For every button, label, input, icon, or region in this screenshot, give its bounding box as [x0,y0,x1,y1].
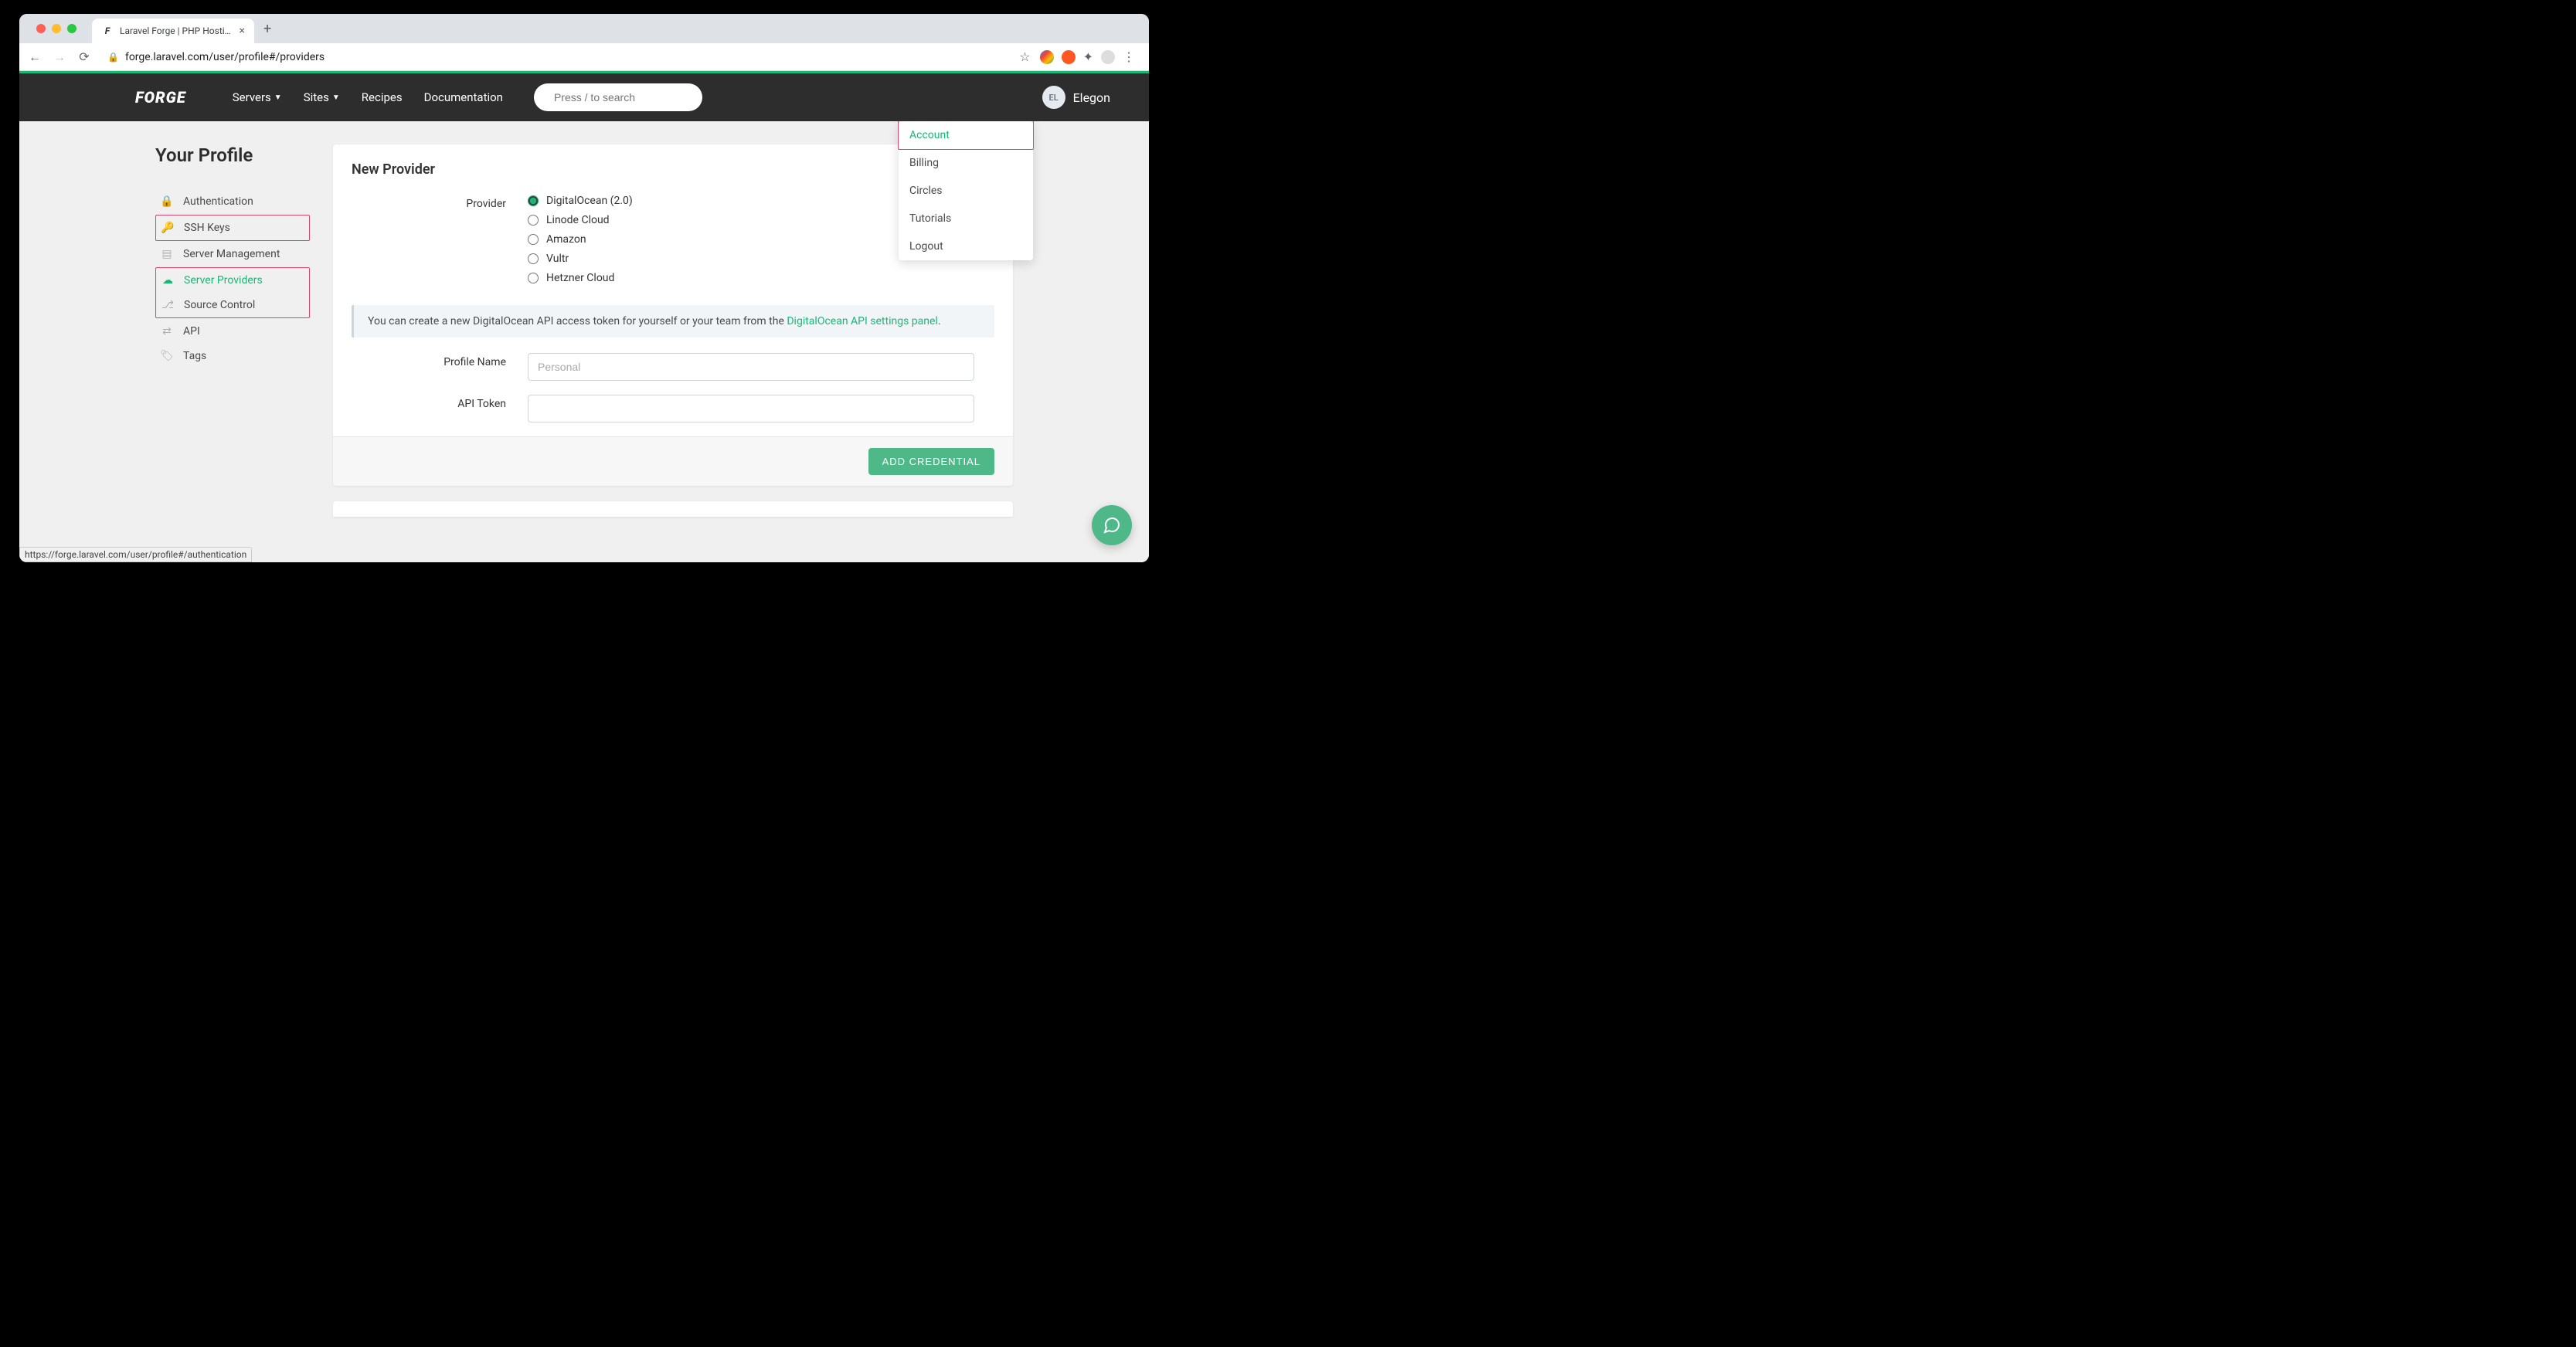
sidebar-item-authentication[interactable]: 🔒 Authentication [155,189,310,214]
nav-recipes[interactable]: Recipes [362,90,403,104]
profile-name-label: Profile Name [352,353,528,368]
browser-window: F Laravel Forge | PHP Hosting Fo × + ← →… [19,14,1149,562]
lock-icon: 🔒 [160,195,174,208]
extension-icon-2[interactable] [1062,50,1076,64]
sidebar-item-label: Source Control [184,299,255,311]
nav-sites[interactable]: Sites ▼ [304,90,340,104]
search-input[interactable] [554,91,694,103]
user-name: Elegon [1073,90,1110,105]
user-menu-toggle[interactable]: EL Elegon [1042,86,1110,109]
window-controls [27,24,86,33]
maximize-window-button[interactable] [67,24,76,33]
dropdown-item-billing[interactable]: Billing [899,149,1033,177]
page-body: Account Billing Circles Tutorials Logout… [19,121,1149,562]
api-token-input[interactable] [528,395,974,422]
tab-favicon: F [101,25,114,37]
help-fab-button[interactable] [1092,505,1132,545]
radio-input[interactable] [528,273,539,283]
card-footer: ADD CREDENTIAL [333,436,1013,486]
next-card-stub [333,501,1013,517]
sidebar-item-label: SSH Keys [184,222,230,234]
user-dropdown-menu: Account Billing Circles Tutorials Logout [899,121,1033,260]
add-credential-button[interactable]: ADD CREDENTIAL [868,448,994,475]
cloud-icon: ☁ [161,274,175,287]
sidebar-item-label: Server Providers [184,274,263,287]
caret-down-icon: ▼ [332,93,340,102]
search-box[interactable] [534,83,702,111]
nav-servers[interactable]: Servers ▼ [233,90,282,104]
url-field[interactable]: 🔒 forge.laravel.com/user/profile#/provid… [101,46,1010,68]
forward-button[interactable]: → [52,49,67,65]
extensions-puzzle-icon[interactable]: ✦ [1083,49,1093,64]
url-text: forge.laravel.com/user/profile#/provider… [125,51,325,63]
server-icon: ▤ [160,248,174,260]
page-title: Your Profile [155,144,310,166]
bookmark-icon[interactable]: ☆ [1019,49,1030,64]
browser-menu-icon[interactable]: ⋮ [1123,49,1135,64]
highlight-box: 🔑 SSH Keys [155,215,310,241]
info-text: You can create a new DigitalOcean API ac… [368,315,787,327]
info-link[interactable]: DigitalOcean API settings panel [787,315,937,327]
provider-label: Provider [352,195,528,210]
top-navigation: FORGE Servers ▼ Sites ▼ Recipes Document… [19,73,1149,121]
info-banner: You can create a new DigitalOcean API ac… [352,305,994,338]
tab-title: Laravel Forge | PHP Hosting Fo [120,25,233,36]
tab-close-icon[interactable]: × [240,25,245,37]
sidebar-item-label: Tags [183,350,206,362]
sidebar-item-api[interactable]: ⇄ API [155,319,310,344]
radio-hetzner[interactable]: Hetzner Cloud [528,272,994,284]
browser-tab[interactable]: F Laravel Forge | PHP Hosting Fo × [92,19,254,43]
radio-input[interactable] [528,195,539,206]
branch-icon: ⎇ [161,299,175,311]
radio-input[interactable] [528,215,539,226]
sidebar-item-label: Server Management [183,248,280,260]
status-bar-url: https://forge.laravel.com/user/profile#/… [19,547,252,562]
address-bar: ← → ⟳ 🔒 forge.laravel.com/user/profile#/… [19,43,1149,71]
sidebar-item-source-control[interactable]: ⎇ Source Control [156,293,309,317]
highlight-box: ☁ Server Providers ⎇ Source Control [155,267,310,318]
radio-input[interactable] [528,253,539,264]
close-window-button[interactable] [36,24,46,33]
extension-icon-1[interactable] [1040,50,1054,64]
arrows-icon: ⇄ [160,325,174,338]
sidebar-item-label: API [183,325,200,338]
browser-tab-bar: F Laravel Forge | PHP Hosting Fo × + [19,14,1149,43]
profile-name-input[interactable] [528,353,974,381]
extension-icons: ✦ ⋮ [1040,49,1141,64]
sidebar-item-tags[interactable]: 🏷 Tags [155,344,310,368]
sidebar-item-server-management[interactable]: ▤ Server Management [155,242,310,266]
nav-documentation[interactable]: Documentation [424,90,503,104]
dropdown-item-circles[interactable]: Circles [899,177,1033,205]
dropdown-item-tutorials[interactable]: Tutorials [899,205,1033,232]
caret-down-icon: ▼ [274,93,282,102]
reload-button[interactable]: ⟳ [76,49,92,64]
minimize-window-button[interactable] [52,24,61,33]
dropdown-item-account[interactable]: Account [898,121,1034,150]
lock-icon: 🔒 [107,52,119,63]
avatar: EL [1042,86,1065,109]
sidebar-item-ssh-keys[interactable]: 🔑 SSH Keys [156,215,309,240]
sidebar-item-label: Authentication [183,195,253,208]
tags-icon: 🏷 [160,350,174,362]
nav-links: Servers ▼ Sites ▼ Recipes Documentation [233,90,503,104]
dropdown-item-logout[interactable]: Logout [899,232,1033,260]
sidebar: Your Profile 🔒 Authentication 🔑 SSH Keys… [155,144,310,517]
profile-avatar-icon[interactable] [1101,50,1115,64]
radio-input[interactable] [528,234,539,245]
logo[interactable]: FORGE [135,88,186,107]
back-button[interactable]: ← [27,49,42,65]
key-icon: 🔑 [161,222,175,234]
new-tab-button[interactable]: + [254,21,280,37]
chat-icon [1103,516,1121,534]
sidebar-nav: 🔒 Authentication 🔑 SSH Keys ▤ Server Man… [155,189,310,368]
sidebar-item-server-providers[interactable]: ☁ Server Providers [156,268,309,293]
api-token-label: API Token [352,395,528,410]
